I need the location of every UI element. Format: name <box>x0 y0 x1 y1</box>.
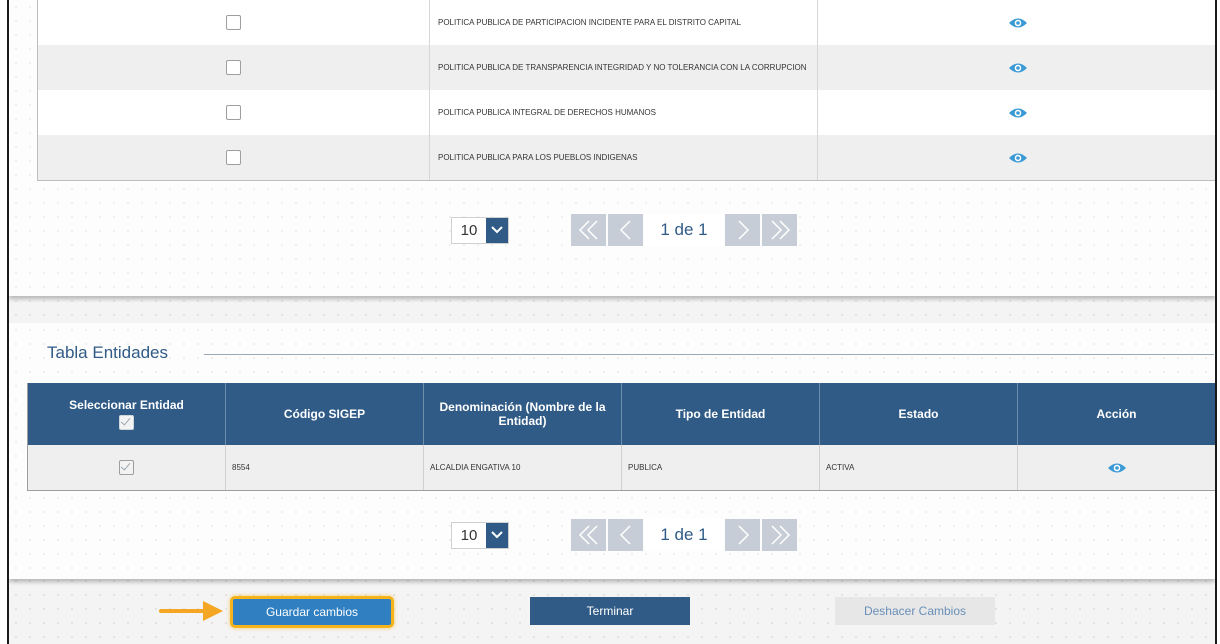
next-page-button[interactable] <box>725 214 760 246</box>
entity-status: ACTIVA <box>820 445 1018 490</box>
policy-checkbox[interactable] <box>226 105 241 120</box>
header-type[interactable]: Tipo de Entidad <box>622 383 820 445</box>
table-row: 8554 ALCALDIA ENGATIVA 10 PUBLICA ACTIVA <box>28 445 1215 490</box>
header-code[interactable]: Código SIGEP <box>226 383 424 445</box>
undo-changes-button[interactable]: Deshacer Cambios <box>835 597 995 625</box>
policy-name: POLITICA PUBLICA DE PARTICIPACION INCIDE… <box>430 0 818 45</box>
chevron-right-icon <box>737 525 749 545</box>
first-page-button[interactable] <box>571 214 606 246</box>
page-indicator: 1 de 1 <box>645 519 723 551</box>
policies-table: POLITICA PUBLICA DE PARTICIPACION INCIDE… <box>37 0 1215 181</box>
eye-icon[interactable] <box>1008 61 1028 75</box>
policy-checkbox[interactable] <box>226 15 241 30</box>
entity-code: 8554 <box>226 445 424 490</box>
page-size-value: 10 <box>460 221 478 239</box>
policies-pager: 10 1 de 1 <box>451 214 799 246</box>
entity-type: PUBLICA <box>622 445 820 490</box>
entities-table: Seleccionar Entidad Código SIGEP Denomin… <box>27 383 1215 491</box>
page-size-select[interactable]: 10 <box>451 521 509 549</box>
prev-page-button[interactable] <box>608 519 643 551</box>
prev-page-button[interactable] <box>608 214 643 246</box>
policy-checkbox[interactable] <box>226 150 241 165</box>
double-chevron-left-icon <box>578 220 598 240</box>
header-status[interactable]: Estado <box>820 383 1018 445</box>
eye-icon[interactable] <box>1008 151 1028 165</box>
highlight-arrow-icon <box>159 601 223 621</box>
section-divider <box>204 354 1214 355</box>
chevron-left-icon <box>619 220 631 240</box>
header-name[interactable]: Denominación (Nombre de la Entidad) <box>424 383 622 445</box>
policies-panel: POLITICA PUBLICA DE PARTICIPACION INCIDE… <box>9 0 1215 296</box>
double-chevron-right-icon <box>770 525 790 545</box>
select-all-checkbox[interactable] <box>119 415 134 430</box>
header-action: Acción <box>1018 383 1215 445</box>
table-row: POLITICA PUBLICA DE TRANSPARENCIA INTEGR… <box>38 45 1215 90</box>
first-page-button[interactable] <box>571 519 606 551</box>
chevron-down-icon <box>491 531 503 539</box>
header-select: Seleccionar Entidad <box>28 383 226 445</box>
eye-icon[interactable] <box>1008 106 1028 120</box>
entities-pager: 10 1 de 1 <box>451 519 799 551</box>
next-page-button[interactable] <box>725 519 760 551</box>
section-title: Tabla Entidades <box>47 343 168 362</box>
header-select-label: Seleccionar Entidad <box>69 398 184 412</box>
double-chevron-left-icon <box>578 525 598 545</box>
eye-icon[interactable] <box>1008 16 1028 30</box>
eye-icon[interactable] <box>1107 461 1127 475</box>
page-size-value: 10 <box>460 526 478 544</box>
policy-name: POLITICA PUBLICA INTEGRAL DE DERECHOS HU… <box>430 90 818 135</box>
double-chevron-right-icon <box>770 220 790 240</box>
table-header: Seleccionar Entidad Código SIGEP Denomin… <box>28 383 1215 445</box>
last-page-button[interactable] <box>762 519 797 551</box>
page-frame: POLITICA PUBLICA DE PARTICIPACION INCIDE… <box>7 0 1217 644</box>
entity-name: ALCALDIA ENGATIVA 10 <box>424 445 622 490</box>
save-changes-button[interactable]: Guardar cambios <box>230 596 394 628</box>
finish-button[interactable]: Terminar <box>530 597 690 625</box>
chevron-left-icon <box>619 525 631 545</box>
policy-name: POLITICA PUBLICA PARA LOS PUEBLOS INDIGE… <box>430 135 818 180</box>
table-row: POLITICA PUBLICA PARA LOS PUEBLOS INDIGE… <box>38 135 1215 180</box>
page-size-select[interactable]: 10 <box>451 216 509 244</box>
chevron-right-icon <box>737 220 749 240</box>
entity-checkbox[interactable] <box>119 460 134 475</box>
table-row: POLITICA PUBLICA INTEGRAL DE DERECHOS HU… <box>38 90 1215 135</box>
policy-checkbox[interactable] <box>226 60 241 75</box>
policy-name: POLITICA PUBLICA DE TRANSPARENCIA INTEGR… <box>430 45 818 90</box>
page-indicator: 1 de 1 <box>645 214 723 246</box>
chevron-down-icon <box>491 226 503 234</box>
last-page-button[interactable] <box>762 214 797 246</box>
table-row: POLITICA PUBLICA DE PARTICIPACION INCIDE… <box>38 0 1215 45</box>
